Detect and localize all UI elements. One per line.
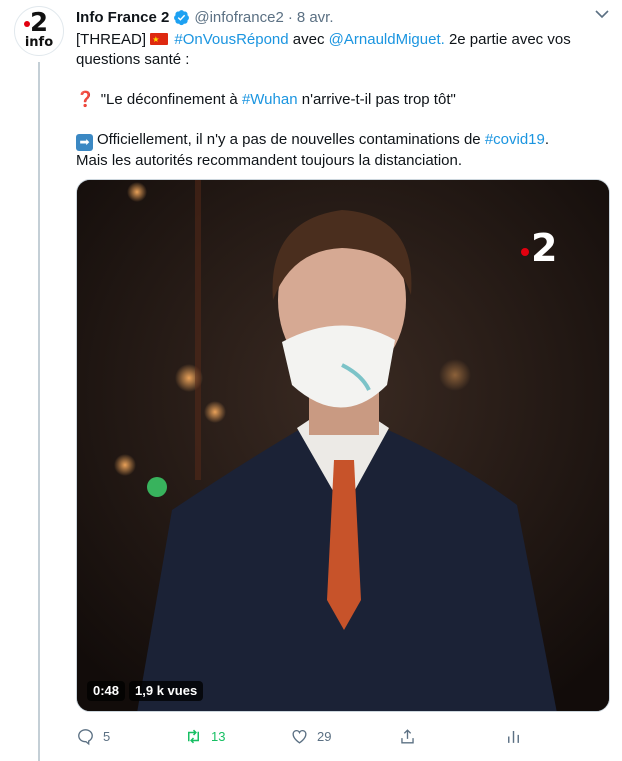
answer-period: .: [544, 131, 550, 148]
avatar[interactable]: 2 info: [14, 6, 64, 56]
tweet-header: Info France 2 @infofrance2 · 8 avr.: [76, 6, 334, 28]
china-flag-icon: [150, 30, 169, 50]
avatar-subtitle: info: [24, 35, 54, 50]
logo-number: 2: [531, 226, 558, 270]
share-button[interactable]: [398, 724, 425, 748]
hashtag-covid19[interactable]: #covid19: [485, 131, 545, 148]
tweet-actions: 5 13 29: [76, 724, 606, 748]
retweet-count: 13: [211, 728, 226, 744]
reply-icon: [78, 728, 93, 745]
logo-red-dot: [521, 248, 529, 256]
like-icon: [292, 729, 307, 744]
video-duration: 0:48: [87, 681, 126, 701]
video-info-badges: 0:48 1,9 k vues: [87, 681, 204, 701]
answer-prefix: Officiellement, il n'y a pas de nouvelle…: [97, 131, 481, 148]
reply-button[interactable]: 5: [76, 724, 110, 748]
retweet-icon: [187, 729, 200, 743]
word-avec: avec: [292, 31, 325, 48]
mention-arnauldmiguet[interactable]: @ArnauldMiguet.: [329, 31, 445, 48]
question-mark-icon: ❓: [76, 91, 95, 108]
quote-prefix: "Le déconfinement à: [100, 91, 238, 108]
hashtag-wuhan[interactable]: #Wuhan: [242, 91, 298, 108]
retweet-button[interactable]: 13: [184, 724, 225, 748]
tweet-date[interactable]: 8 avr.: [297, 9, 334, 26]
france2-logo: 2: [521, 228, 557, 268]
header-separator: ·: [287, 8, 293, 26]
author-handle[interactable]: @infofrance2: [194, 9, 283, 26]
analytics-icon: [508, 730, 519, 743]
thread-prefix: [THREAD]: [76, 31, 147, 48]
chevron-down-icon[interactable]: [594, 8, 610, 20]
avatar-number: 2: [29, 8, 49, 38]
hashtag-onvousrepond[interactable]: #OnVousRépond: [174, 31, 288, 48]
share-icon: [401, 728, 414, 744]
reply-count: 5: [103, 728, 111, 744]
quote-suffix: n'arrive-t-il pas trop tôt": [301, 91, 456, 108]
analytics-button[interactable]: [504, 724, 531, 748]
right-arrow-icon: ➡: [76, 134, 93, 151]
video-views: 1,9 k vues: [129, 681, 204, 701]
author-name[interactable]: Info France 2: [76, 9, 169, 26]
thread-connector-line: [38, 62, 40, 761]
video-player[interactable]: 2 0:48 1,9 k vues: [76, 179, 610, 712]
like-count: 29: [317, 728, 332, 744]
like-button[interactable]: 29: [290, 724, 331, 748]
tweet-text: [THREAD] #OnVousRépond avec @ArnauldMigu…: [76, 30, 606, 171]
verified-badge-icon: [174, 9, 190, 25]
answer-line2: Mais les autorités recommandent toujours…: [76, 152, 463, 169]
